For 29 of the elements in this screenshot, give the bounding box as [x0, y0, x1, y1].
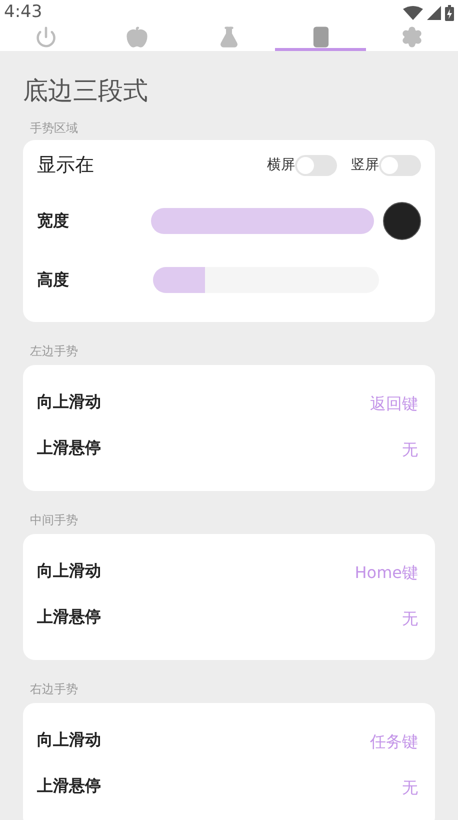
toggle-label: 竖屏 [351, 156, 379, 175]
signal-icon [427, 6, 441, 20]
setting-row[interactable]: 向上滑动 返回键 [37, 378, 421, 424]
toggle-switch[interactable] [295, 155, 337, 176]
setting-row[interactable]: 向上滑动 任务键 [37, 716, 421, 762]
row-label: 宽度 [37, 210, 70, 232]
tab[interactable] [274, 26, 366, 50]
setting-row[interactable]: 上滑悬停 无 [37, 424, 421, 470]
section-label: 左边手势 [30, 342, 79, 360]
setting-row[interactable]: 上滑悬停 无 [37, 762, 421, 808]
status-time: 4:43 [4, 1, 42, 24]
color-swatch[interactable] [383, 202, 422, 240]
slider[interactable] [153, 267, 379, 293]
section-label: 中间手势 [30, 512, 79, 528]
setting-row[interactable]: 向上滑动 Home键 [37, 548, 421, 594]
section-label: 手势区域 [30, 120, 79, 136]
slider[interactable] [151, 208, 374, 234]
section-label: 右边手势 [30, 680, 79, 698]
setting-row[interactable]: 上滑悬停 无 [37, 594, 421, 640]
row-label: 显示在 [37, 153, 95, 178]
power-icon [34, 26, 57, 48]
row-label: 高度 [37, 269, 70, 291]
apple-icon [126, 26, 148, 48]
battery-icon [445, 4, 454, 21]
page-title: 底边三段式 [23, 78, 149, 102]
toggle-label: 横屏 [267, 156, 295, 175]
toggle-switch[interactable] [379, 155, 421, 176]
flask-icon [218, 26, 240, 48]
wifi-icon [403, 6, 423, 20]
